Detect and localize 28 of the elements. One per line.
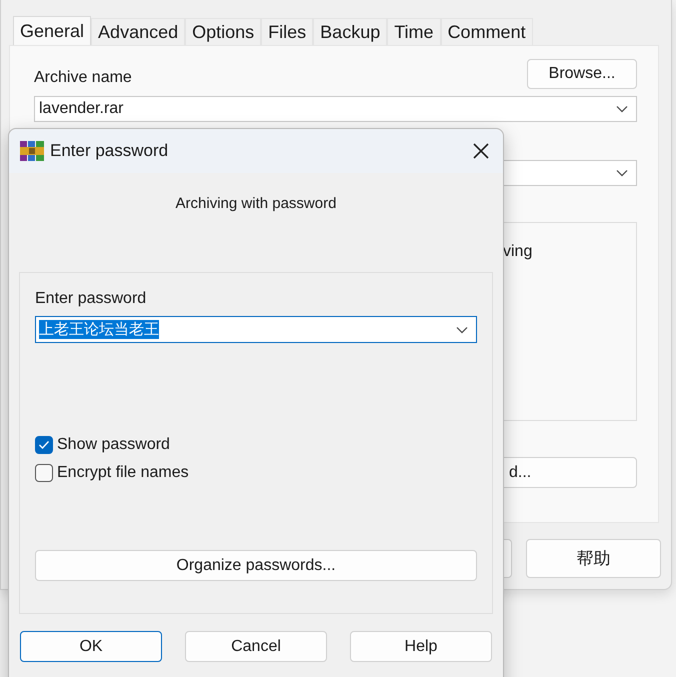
dialog-title: Enter password (50, 141, 170, 161)
tab[interactable]: Files (261, 18, 314, 45)
chevron-down-icon (616, 105, 628, 113)
dialog-button[interactable]: Cancel (185, 631, 327, 662)
tab[interactable]: Advanced (91, 18, 186, 45)
organize-passwords-button[interactable]: Organize passwords... (35, 550, 477, 581)
tab[interactable]: Time (387, 18, 441, 45)
password-field[interactable]: 上老王论坛当老王 (35, 316, 477, 343)
checkbox-option[interactable]: Encrypt file names (35, 464, 477, 482)
archive-name-field[interactable]: lavender.rar (34, 96, 637, 122)
option-label: ving (503, 243, 532, 260)
close-icon[interactable] (473, 143, 489, 159)
field-label: Archive name (34, 69, 132, 88)
tab[interactable]: Comment (440, 18, 533, 45)
chevron-down-icon (456, 326, 468, 334)
chevron-down-icon (616, 169, 628, 177)
dialog-subtitle: Archiving with password (174, 194, 338, 214)
dialog-button[interactable]: OK (20, 631, 162, 662)
checkmark-icon (38, 440, 50, 450)
dialog-button[interactable]: Help (350, 631, 492, 662)
browse-button[interactable]: Browse... (527, 59, 637, 89)
tab[interactable]: General (13, 16, 92, 45)
field-label: Enter password (35, 290, 148, 309)
tab[interactable]: Backup (313, 18, 388, 45)
checkbox-option[interactable]: Show password (35, 436, 477, 454)
tab[interactable]: Options (185, 18, 262, 45)
help-button[interactable]: 帮助 (526, 539, 661, 578)
books-icon (20, 141, 44, 161)
